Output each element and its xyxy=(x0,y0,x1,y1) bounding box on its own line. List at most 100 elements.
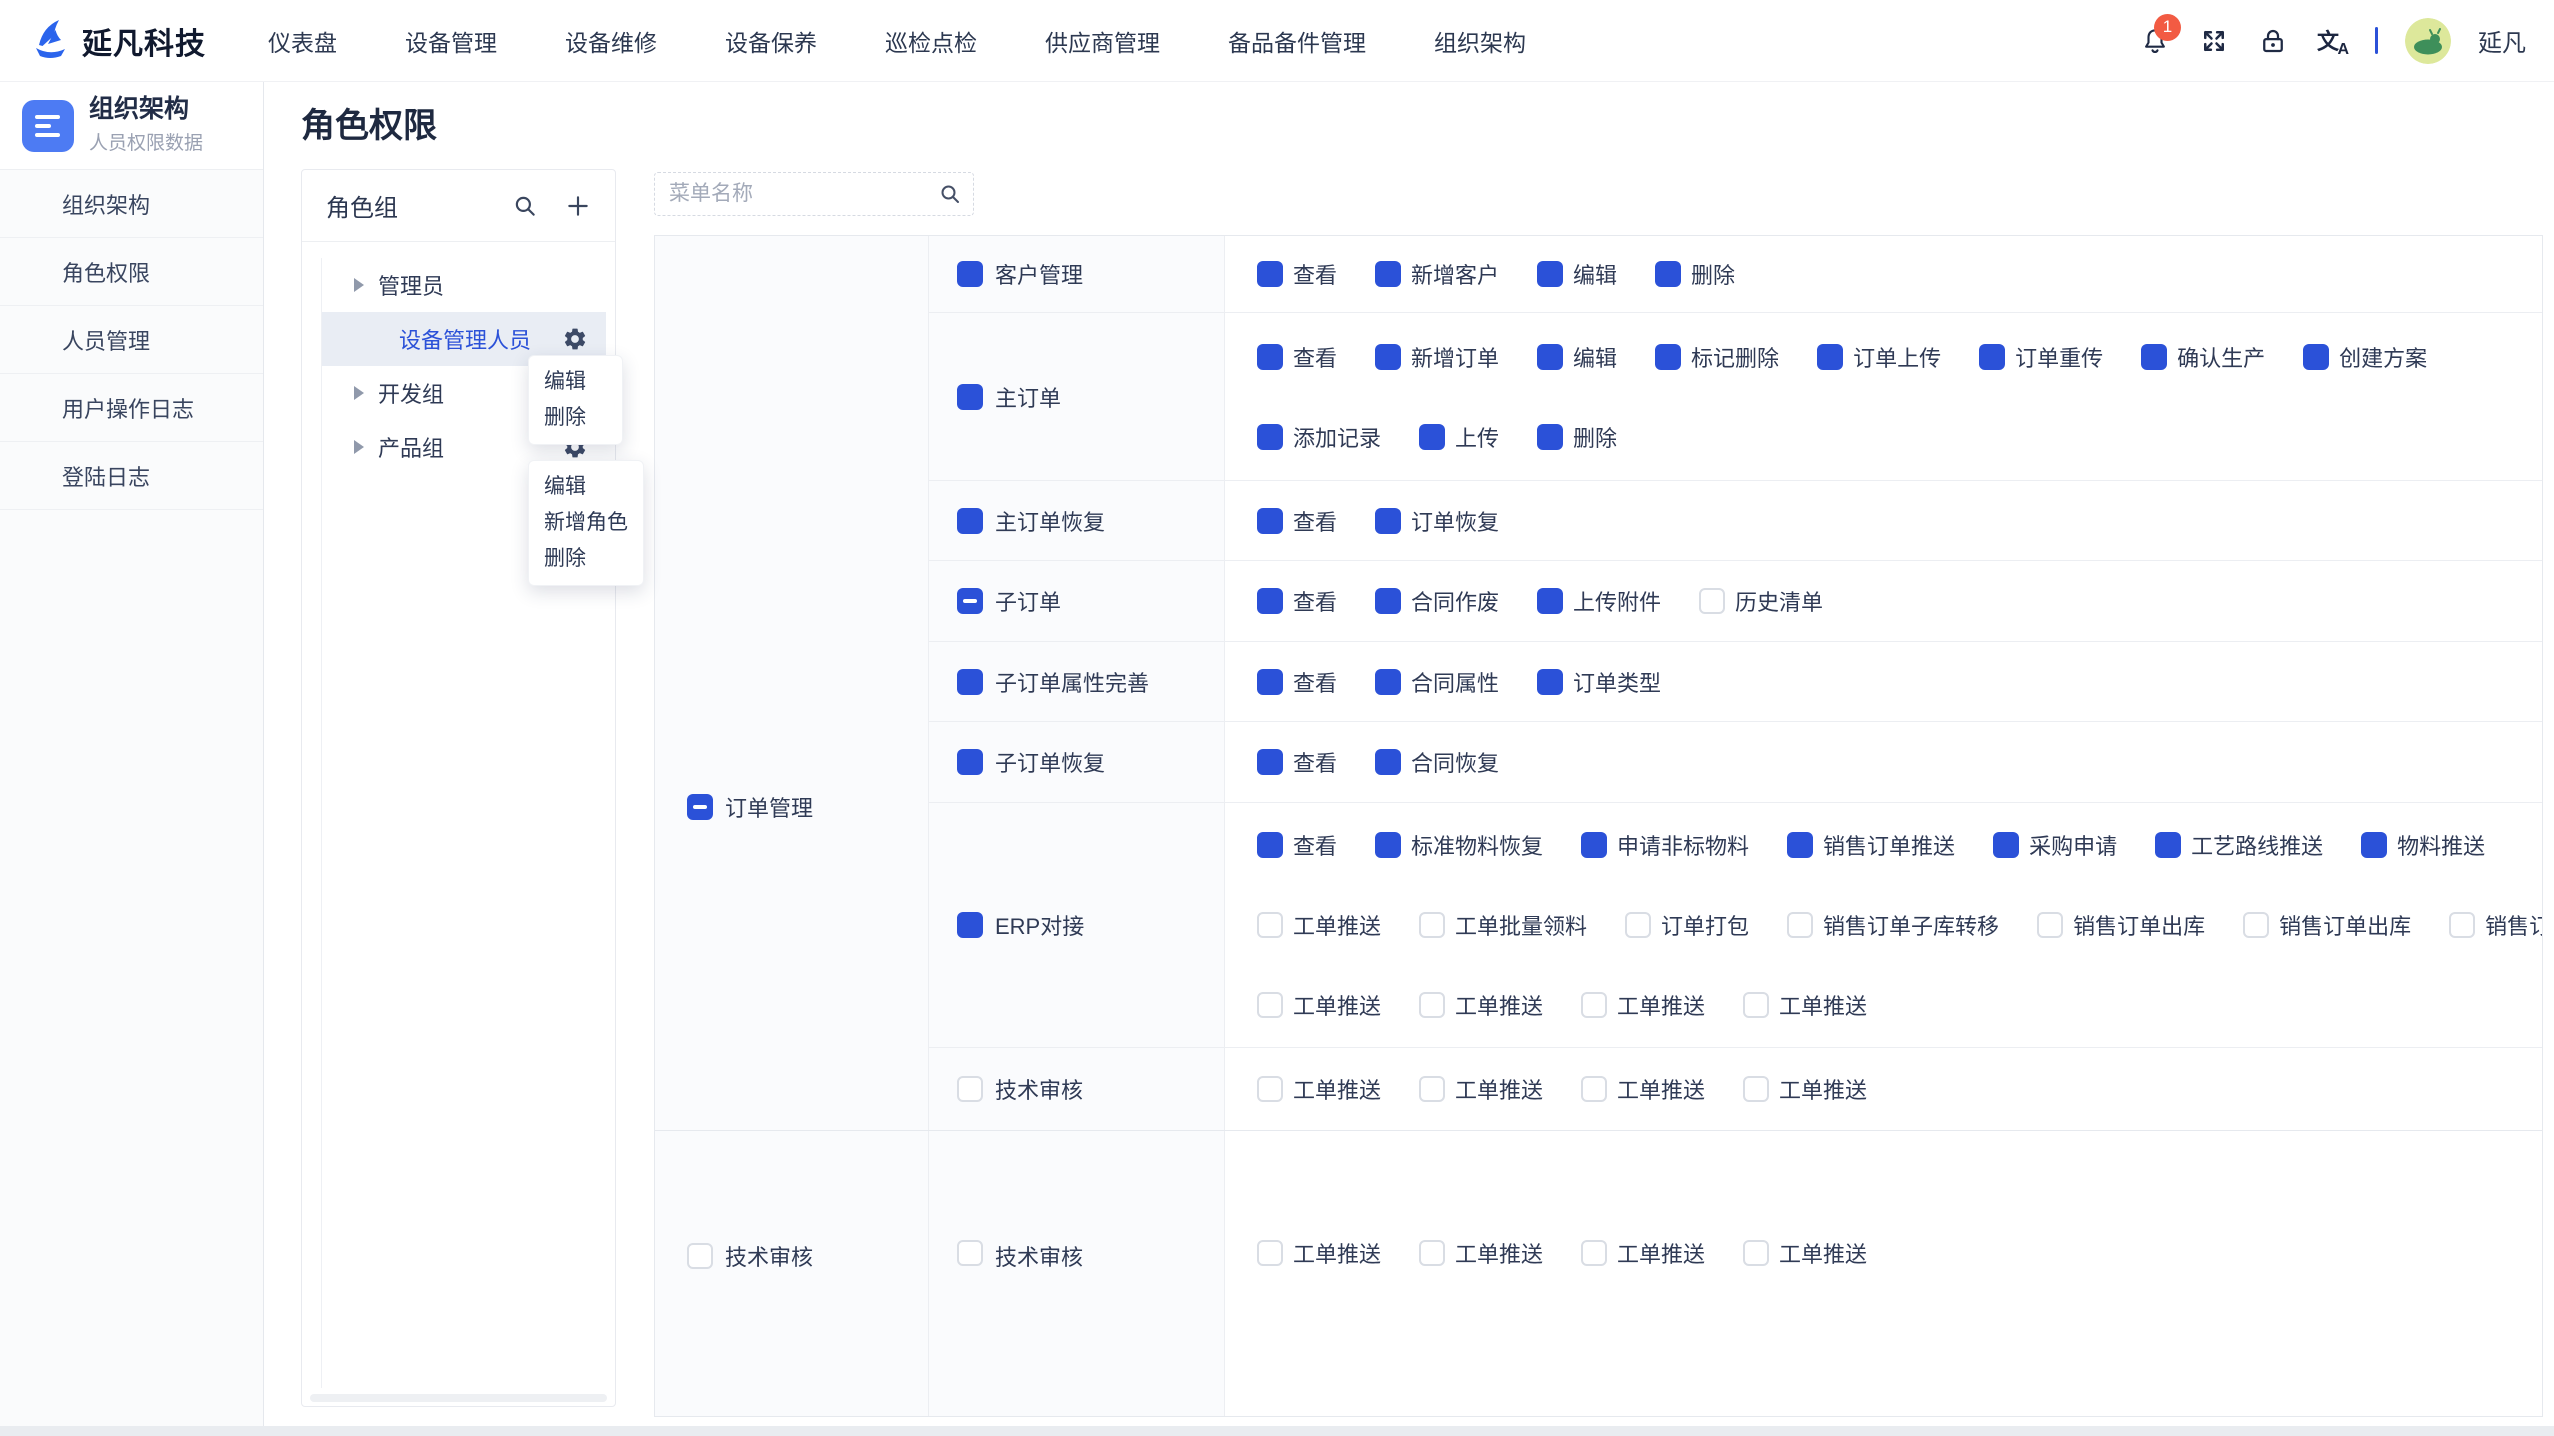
permission-item[interactable]: 合同属性 xyxy=(1375,666,1499,698)
checkbox-checked[interactable] xyxy=(957,912,983,938)
checkbox-checked[interactable] xyxy=(2303,344,2329,370)
menu-cell[interactable]: 技术审核 xyxy=(929,1131,1225,1417)
checkbox-checked[interactable] xyxy=(957,384,983,410)
permission-item[interactable]: 查看 xyxy=(1257,829,1337,861)
sidebar-item[interactable]: 角色权限 xyxy=(0,238,263,306)
notification-bell-icon[interactable]: 1 xyxy=(2139,25,2171,57)
nav-item[interactable]: 备品备件管理 xyxy=(1228,24,1366,58)
permission-item[interactable]: 采购申请 xyxy=(1993,829,2117,861)
checkbox-checked[interactable] xyxy=(1375,344,1401,370)
checkbox-checked[interactable] xyxy=(2155,832,2181,858)
checkbox-unchecked[interactable] xyxy=(1581,1076,1607,1102)
checkbox-checked[interactable] xyxy=(1257,424,1283,450)
permission-item[interactable]: 工单推送 xyxy=(1419,1237,1543,1269)
permission-item[interactable]: 查看 xyxy=(1257,585,1337,617)
menu-search-icon[interactable] xyxy=(938,182,962,206)
permission-item[interactable]: 申请非标物料 xyxy=(1581,829,1749,861)
checkbox-checked[interactable] xyxy=(1257,261,1283,287)
permission-item[interactable]: 订单打包 xyxy=(1625,909,1749,941)
checkbox-checked[interactable] xyxy=(1537,588,1563,614)
checkbox-unchecked[interactable] xyxy=(2449,912,2475,938)
permission-item[interactable]: 工单推送 xyxy=(1257,1073,1381,1105)
checkbox-checked[interactable] xyxy=(957,749,983,775)
checkbox-unchecked[interactable] xyxy=(1743,1240,1769,1266)
translate-icon[interactable]: 文A xyxy=(2316,25,2348,57)
checkbox-checked[interactable] xyxy=(1257,508,1283,534)
checkbox-unchecked[interactable] xyxy=(1257,1240,1283,1266)
sidebar-item[interactable]: 用户操作日志 xyxy=(0,374,263,442)
username[interactable]: 延凡 xyxy=(2478,23,2526,58)
checkbox-checked[interactable] xyxy=(1537,669,1563,695)
permission-item[interactable]: 工单推送 xyxy=(1581,989,1705,1021)
checkbox-unchecked[interactable] xyxy=(1581,1240,1607,1266)
permission-item[interactable]: 查看 xyxy=(1257,258,1337,290)
checkbox-unchecked[interactable] xyxy=(1419,1076,1445,1102)
permission-item[interactable]: 添加记录 xyxy=(1257,421,1381,453)
permission-item[interactable]: 订单上传 xyxy=(1817,341,1941,373)
menu-cell[interactable]: 主订单恢复 xyxy=(929,481,1225,560)
checkbox-checked[interactable] xyxy=(1257,344,1283,370)
permission-item[interactable]: 编辑 xyxy=(1537,341,1617,373)
checkbox-indeterminate[interactable] xyxy=(957,588,983,614)
brand[interactable]: 延凡科技 xyxy=(28,16,206,65)
permission-item[interactable]: 物料推送 xyxy=(2361,829,2485,861)
permission-item[interactable]: 编辑 xyxy=(1537,258,1617,290)
checkbox-unchecked[interactable] xyxy=(1257,1076,1283,1102)
permission-item[interactable]: 销售订单出库 xyxy=(2037,909,2205,941)
checkbox-unchecked[interactable] xyxy=(1257,912,1283,938)
checkbox-checked[interactable] xyxy=(957,669,983,695)
permission-item[interactable]: 创建方案 xyxy=(2303,341,2427,373)
checkbox-unchecked[interactable] xyxy=(1787,912,1813,938)
nav-item[interactable]: 巡检点检 xyxy=(885,24,977,58)
checkbox-checked[interactable] xyxy=(1655,344,1681,370)
sidebar-item[interactable]: 人员管理 xyxy=(0,306,263,374)
tree-row[interactable]: 管理员 xyxy=(322,258,606,312)
context-menu-item[interactable]: 新增角色 xyxy=(529,505,643,541)
permission-item[interactable]: 工单推送 xyxy=(1743,989,1867,1021)
checkbox-checked[interactable] xyxy=(1581,832,1607,858)
checkbox-indeterminate[interactable] xyxy=(687,794,713,820)
checkbox-checked[interactable] xyxy=(957,508,983,534)
permission-item[interactable]: 销售订单出库 xyxy=(2449,909,2543,941)
checkbox-checked[interactable] xyxy=(1419,424,1445,450)
checkbox-unchecked[interactable] xyxy=(1257,992,1283,1018)
permission-item[interactable]: 销售订单推送 xyxy=(1787,829,1955,861)
nav-item[interactable]: 设备保养 xyxy=(725,24,817,58)
checkbox-checked[interactable] xyxy=(1375,749,1401,775)
permission-item[interactable]: 订单类型 xyxy=(1537,666,1661,698)
checkbox-unchecked[interactable] xyxy=(1743,1076,1769,1102)
menu-cell[interactable]: 主订单 xyxy=(929,313,1225,480)
permission-item[interactable]: 查看 xyxy=(1257,746,1337,778)
checkbox-checked[interactable] xyxy=(1375,669,1401,695)
permission-item[interactable]: 工单推送 xyxy=(1257,989,1381,1021)
permission-item[interactable]: 标准物料恢复 xyxy=(1375,829,1543,861)
checkbox-unchecked[interactable] xyxy=(1419,992,1445,1018)
checkbox-checked[interactable] xyxy=(1257,588,1283,614)
permission-item[interactable]: 删除 xyxy=(1537,421,1617,453)
nav-item[interactable]: 设备维修 xyxy=(565,24,657,58)
checkbox-checked[interactable] xyxy=(1375,508,1401,534)
group-cell-content[interactable]: 技术审核 xyxy=(687,1240,928,1272)
permission-item[interactable]: 订单重传 xyxy=(1979,341,2103,373)
checkbox-unchecked[interactable] xyxy=(1419,1240,1445,1266)
permission-item[interactable]: 订单恢复 xyxy=(1375,505,1499,537)
checkbox-checked[interactable] xyxy=(1979,344,2005,370)
checkbox-checked[interactable] xyxy=(1787,832,1813,858)
checkbox-checked[interactable] xyxy=(1375,261,1401,287)
menu-search-input[interactable] xyxy=(654,172,974,216)
caret-right-icon[interactable] xyxy=(354,440,364,454)
checkbox-unchecked[interactable] xyxy=(957,1240,983,1266)
context-menu-item[interactable]: 编辑 xyxy=(529,469,643,505)
checkbox-checked[interactable] xyxy=(1993,832,2019,858)
context-menu-item[interactable]: 删除 xyxy=(529,541,643,577)
caret-right-icon[interactable] xyxy=(354,386,364,400)
permission-item[interactable]: 销售订单出库 xyxy=(2243,909,2411,941)
menu-cell[interactable]: 子订单 xyxy=(929,561,1225,641)
menu-cell[interactable]: 子订单恢复 xyxy=(929,722,1225,802)
checkbox-checked[interactable] xyxy=(1257,749,1283,775)
permission-item[interactable]: 合同作废 xyxy=(1375,585,1499,617)
context-menu-item[interactable]: 删除 xyxy=(529,400,622,436)
menu-cell[interactable]: ERP对接 xyxy=(929,803,1225,1047)
permission-item[interactable]: 工单推送 xyxy=(1419,1073,1543,1105)
checkbox-checked[interactable] xyxy=(1817,344,1843,370)
